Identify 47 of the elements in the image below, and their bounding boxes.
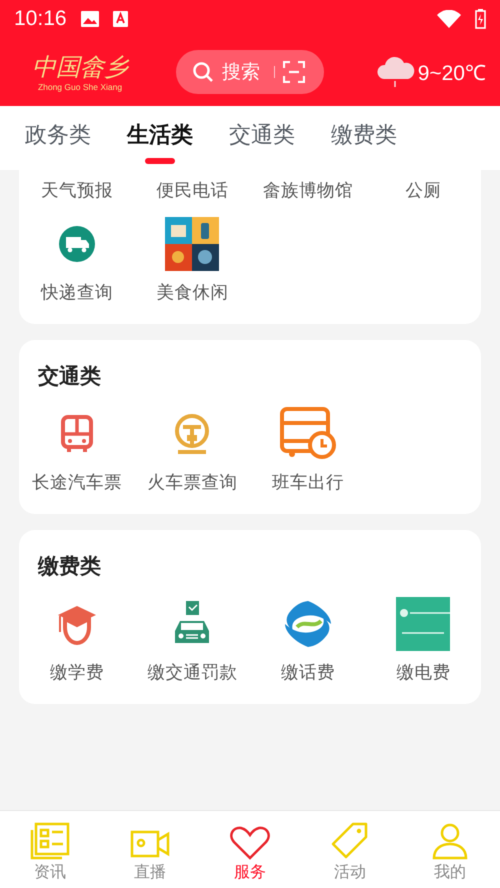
heart-icon (230, 826, 270, 860)
card-title: 缴费类 (38, 553, 102, 580)
video-camera-icon (130, 828, 170, 860)
service-item[interactable]: 美食休闲 (134, 216, 250, 304)
swirl-logo-icon (282, 599, 333, 649)
temperature-text: 9~20℃ (418, 61, 486, 86)
font-icon (112, 11, 128, 27)
search-icon (192, 61, 214, 83)
news-icon (30, 822, 70, 860)
graduate-icon (56, 603, 98, 645)
service-item[interactable]: 快递查询 (19, 216, 134, 304)
truck-icon (56, 224, 97, 264)
nav-tab[interactable]: 资讯 (0, 811, 100, 888)
category-tab[interactable]: 交通类 (223, 106, 301, 170)
nav-tab[interactable]: 活动 (300, 811, 400, 888)
bus-icon (58, 414, 95, 454)
card-title: 交通类 (38, 363, 102, 390)
image-icon (80, 11, 99, 27)
service-item[interactable]: 缴学费 (19, 596, 134, 684)
service-item[interactable]: 缴交通罚款 (134, 596, 250, 684)
food-collage-icon (165, 217, 220, 271)
service-item[interactable]: 公厕 (366, 178, 481, 202)
service-item[interactable]: 火车票查询 (134, 406, 250, 494)
service-item[interactable]: 畲族博物馆 (250, 178, 366, 202)
tag-icon (331, 822, 369, 860)
nav-tab[interactable]: 服务 (200, 811, 300, 888)
app-logo-icon (396, 597, 450, 651)
category-tab[interactable]: 生活类 (121, 106, 199, 170)
bus-clock-icon (280, 407, 336, 461)
nav-tab[interactable]: 我的 (400, 811, 500, 888)
logo-subtitle: Zhong Guo She Xiang (38, 82, 122, 92)
service-item[interactable]: 缴话费 (250, 596, 366, 684)
service-item[interactable]: 长途汽车票 (19, 406, 134, 494)
battery-icon (475, 9, 486, 29)
category-tab[interactable]: 缴费类 (325, 106, 403, 170)
service-item[interactable]: 便民电话 (134, 178, 250, 202)
service-item[interactable]: 缴电费 (366, 596, 481, 684)
person-icon (431, 822, 469, 860)
logo-title: 中国畲乡 (32, 52, 128, 82)
wifi-icon (437, 10, 461, 28)
service-item[interactable]: 天气预报 (19, 178, 134, 202)
scan-icon[interactable] (283, 61, 305, 83)
cloud-rain-icon (376, 55, 416, 89)
service-item[interactable]: 班车出行 (250, 406, 366, 494)
status-time: 10:16 (14, 7, 67, 31)
category-tab[interactable]: 政务类 (19, 106, 97, 170)
nav-tab[interactable]: 直播 (100, 811, 200, 888)
